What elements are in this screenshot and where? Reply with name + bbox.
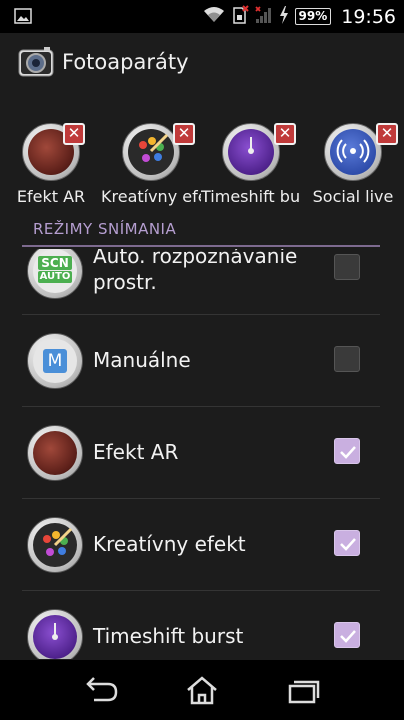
mode-label: Timeshift burst [93,624,244,648]
action-bar: Fotoaparáty [0,33,404,93]
list-item-manual[interactable]: M Manuálne [22,315,380,407]
timeshift-icon [222,123,280,181]
mode-label: Manuálne [93,348,191,372]
mode-label: Auto. rozpoznávanie prostr. [93,249,297,295]
timeshift-icon [27,609,83,659]
mode-label-line2: prostr. [93,270,157,294]
camera-icon[interactable] [18,46,54,78]
section-divider [22,245,380,247]
list-item-kreativny-efekt[interactable]: Kreatívny efekt [22,499,380,591]
favorite-label: Efekt AR [16,187,86,206]
list-item-efekt-ar[interactable]: Efekt AR [22,407,380,499]
status-bar: 99% 19:56 [0,0,404,33]
palette-icon [27,517,83,573]
remove-favorite-icon[interactable]: ✕ [63,123,85,145]
favorite-timeshift-burst[interactable]: ✕ Timeshift burst [201,123,301,206]
remove-favorite-icon[interactable]: ✕ [376,123,398,145]
mode-checkbox[interactable] [334,346,360,372]
auto-label: AUTO [38,271,72,283]
recent-apps-button[interactable] [272,672,332,708]
clock: 19:56 [341,5,396,28]
wifi-icon [203,6,225,28]
app-title: Fotoaparáty [62,50,189,74]
sim-icon [231,4,249,29]
favorite-label: Kreatívny efekt [101,187,201,206]
remove-favorite-icon[interactable]: ✕ [173,123,195,145]
mode-label: Kreatívny efekt [93,532,246,556]
image-icon [14,8,32,28]
favorite-label: Social live [312,187,394,206]
favorites-strip: ✕ Efekt AR ✕ Kreatívny efekt ✕ Timeshift… [0,93,404,213]
broadcast-icon [324,123,382,181]
modes-list[interactable]: SCN AUTO Auto. rozpoznávanie prostr. M M… [0,249,404,659]
favorite-efekt-ar[interactable]: ✕ Efekt AR [1,123,101,206]
home-button[interactable] [172,672,232,708]
battery-indicator: 99% [294,8,332,25]
charging-icon [279,5,289,28]
palette-icon [122,123,180,181]
dinosaur-icon [27,425,83,481]
section-header: REŽIMY SNÍMANIA [0,213,404,249]
section-title: REŽIMY SNÍMANIA [33,220,177,238]
mode-checkbox[interactable] [334,622,360,648]
scn-auto-icon: SCN AUTO [27,249,83,299]
favorite-social-live[interactable]: ✕ Social live [303,123,403,206]
scn-label: SCN [38,256,72,270]
favorite-kreativny-efekt[interactable]: ✕ Kreatívny efekt [101,123,201,206]
mode-label-line1: Auto. rozpoznávanie [93,249,298,268]
list-item-timeshift-burst[interactable]: Timeshift burst [22,591,380,659]
mode-checkbox[interactable] [334,438,360,464]
list-item-auto-scene[interactable]: SCN AUTO Auto. rozpoznávanie prostr. [22,249,380,315]
recent-apps-icon [288,680,320,704]
mode-checkbox[interactable] [334,254,360,280]
favorite-label: Timeshift burst [201,187,301,206]
manual-icon: M [27,333,83,389]
navigation-bar [0,660,404,720]
manual-glyph: M [43,349,67,373]
mode-checkbox[interactable] [334,530,360,556]
home-icon [187,676,217,705]
remove-favorite-icon[interactable]: ✕ [274,123,296,145]
signal-icon [254,5,273,28]
back-icon [86,677,118,702]
back-button[interactable] [72,672,132,708]
mode-label: Efekt AR [93,440,179,464]
